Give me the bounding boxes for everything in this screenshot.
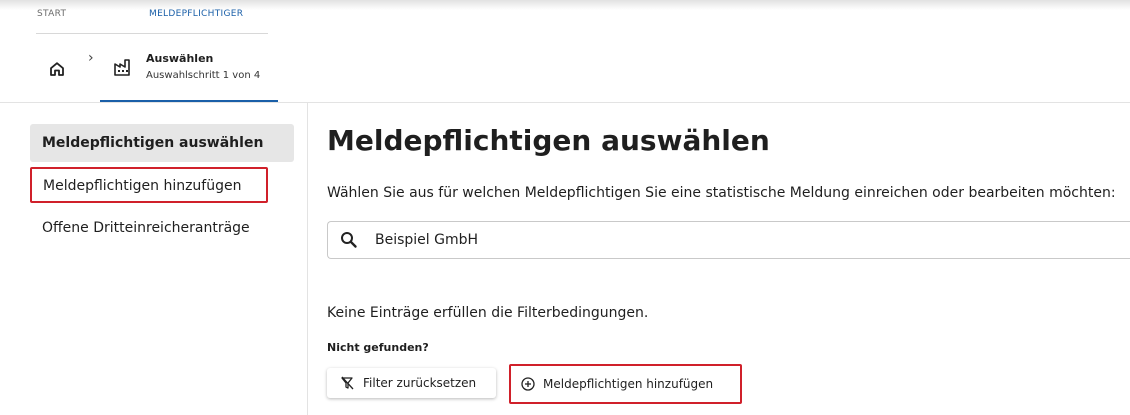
breadcrumb-divider [36,33,268,34]
breadcrumb-start[interactable]: START [37,9,66,19]
sidebar-item-add[interactable]: Meldepflichtigen hinzufügen [30,167,268,203]
add-reporting-party-label: Meldepflichtigen hinzufügen [543,377,714,391]
reset-filter-button[interactable]: Filter zurücksetzen [327,368,496,398]
home-button[interactable] [44,56,70,82]
sidebar-item-select[interactable]: Meldepflichtigen auswählen [30,124,294,162]
not-found-label: Nicht gefunden? [327,341,429,354]
sidebar-item-label: Offene Dritteinreicheranträge [42,220,250,236]
add-reporting-party-button[interactable]: Meldepflichtigen hinzufügen [509,364,742,404]
step-subtitle: Auswahlschritt 1 von 4 [146,70,261,81]
intro-text: Wählen Sie aus für welchen Meldepflichti… [327,185,1116,201]
page-title: Meldepflichtigen auswählen [327,124,770,157]
factory-icon [114,59,130,76]
search-icon [341,232,357,248]
chevron-right-icon: › [88,50,94,66]
filter-clear-icon [341,376,355,390]
reset-filter-label: Filter zurücksetzen [363,376,477,390]
home-icon [50,62,64,76]
search-value: Beispiel GmbH [375,232,479,248]
header-divider [0,102,1130,103]
search-input[interactable]: Beispiel GmbH [327,221,1130,259]
breadcrumb: START MELDEPFLICHTIGER [0,0,270,32]
empty-message: Keine Einträge erfüllen die Filterbeding… [327,305,649,321]
plus-circle-icon [521,377,535,391]
step-title: Auswählen [146,52,214,65]
sidebar-item-label: Meldepflichtigen hinzufügen [43,178,242,194]
sidebar-item-label: Meldepflichtigen auswählen [42,135,264,151]
breadcrumb-current: MELDEPFLICHTIGER [149,9,244,19]
sidebar-divider [307,103,308,415]
